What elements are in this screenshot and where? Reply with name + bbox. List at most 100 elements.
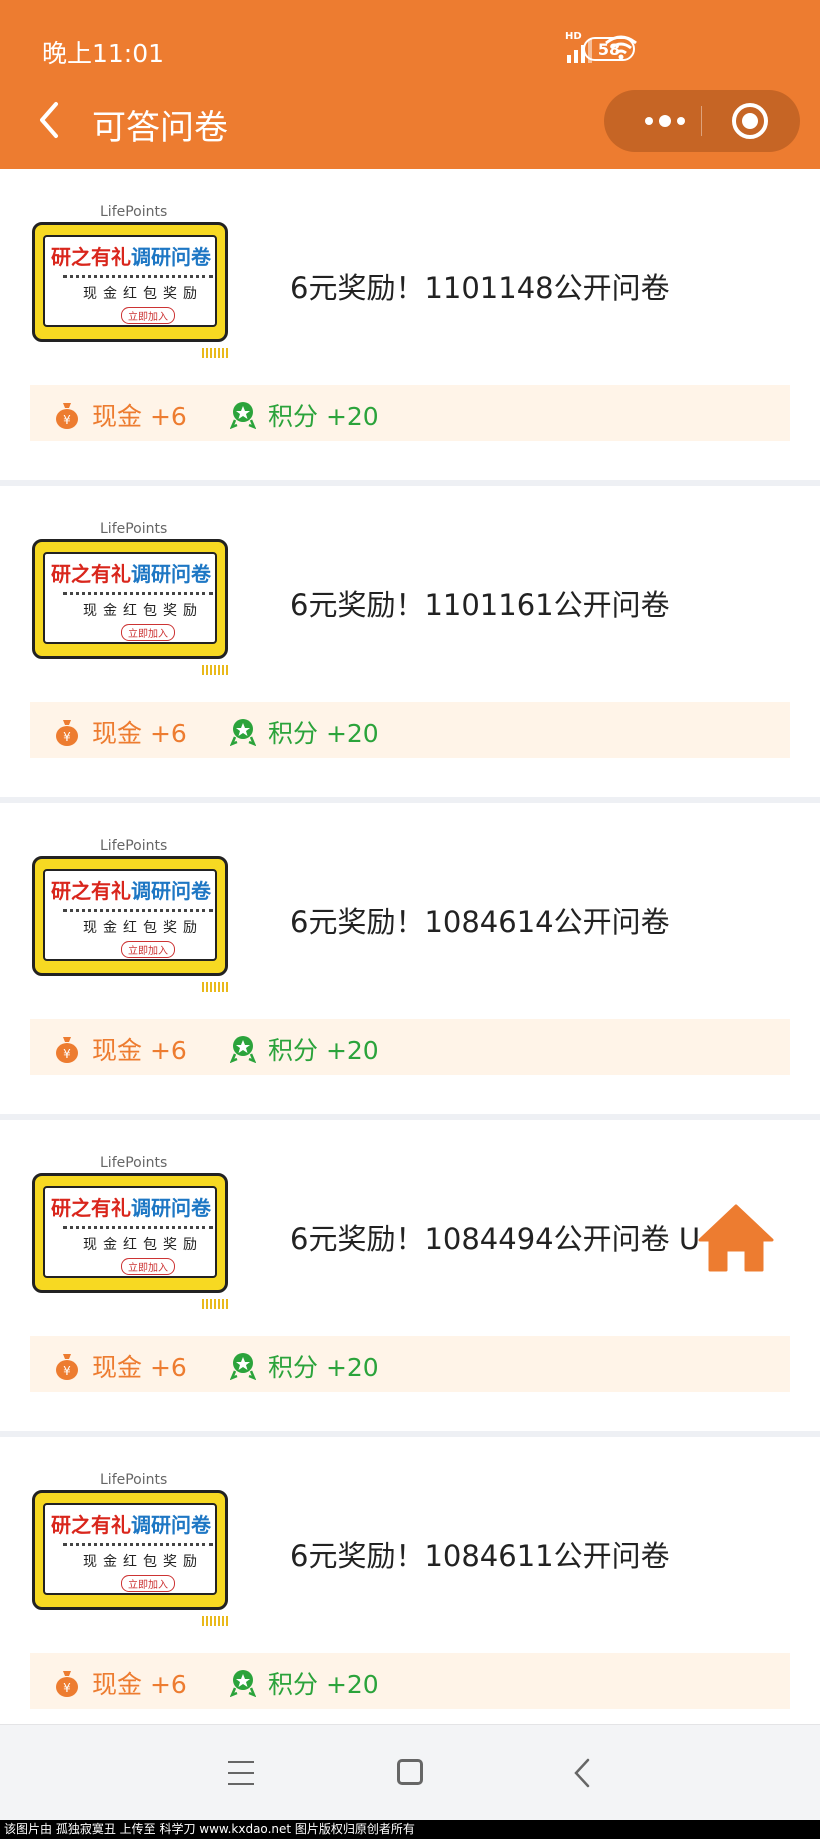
top-header: 晚上11:01 HD 58 可答问卷 [0,0,820,169]
survey-thumbnail: LifePoints 研之有礼调研问卷 现金红包奖励 立即加入 [30,1472,228,1626]
badge-icon [230,1036,256,1063]
cash-reward-label: 现金 +6 [92,1036,187,1065]
cash-reward-label: 现金 +6 [92,1353,187,1382]
system-back-icon[interactable] [570,1757,594,1789]
survey-card[interactable]: LifePoints 研之有礼调研问卷 现金红包奖励 立即加入 6元奖励！110… [0,169,820,486]
money-bag-icon: ¥ [56,720,78,746]
home-button[interactable] [696,1202,776,1274]
survey-title: 6元奖励！1101148公开问卷 [290,271,670,305]
thumb-join-button: 立即加入 [121,941,175,958]
brand-label: LifePoints [100,204,168,220]
cash-reward: ¥ 现金 +6 [54,397,187,433]
money-bag-icon: ¥ [56,1354,78,1380]
cash-reward: ¥ 现金 +6 [54,1031,187,1067]
survey-card[interactable]: LifePoints 研之有礼调研问卷 现金红包奖励 立即加入 6元奖励！108… [0,803,820,1120]
cash-reward-label: 现金 +6 [92,719,187,748]
points-reward: 积分 +20 [230,1348,379,1384]
system-nav-bar [0,1724,820,1820]
thumb-subline: 现金红包奖励 [83,286,203,302]
survey-title: 6元奖励！1084614公开问卷 [290,905,670,939]
thumb-headline-red: 研之有礼 [51,562,131,586]
status-time: 晚上11:01 [42,39,165,68]
points-reward: 积分 +20 [230,397,379,433]
survey-title: 6元奖励！1084611公开问卷 [290,1539,670,1573]
badge-icon [230,719,256,746]
money-bag-icon: ¥ [56,403,78,429]
thumb-headline-red: 研之有礼 [51,1513,131,1537]
cash-reward: ¥ 现金 +6 [54,714,187,750]
points-reward-label: 积分 +20 [268,402,379,431]
back-button[interactable] [30,98,70,142]
survey-title: 6元奖励！1084494公开问卷 U [290,1222,701,1256]
more-dots-icon [645,117,653,125]
svg-text:¥: ¥ [63,1047,71,1061]
points-reward: 积分 +20 [230,1665,379,1701]
thumb-subline: 现金红包奖励 [83,1237,203,1253]
svg-text:¥: ¥ [63,730,71,744]
survey-thumbnail: LifePoints 研之有礼调研问卷 现金红包奖励 立即加入 [30,838,228,992]
thumb-headline-blue: 调研问卷 [131,562,211,586]
watermark-text: 该图片由 孤独寂寞丑 上传至 科学刀 www.kxdao.net 图片版权归原创… [0,1820,820,1839]
thumb-join-button: 立即加入 [121,1258,175,1275]
thumb-subline: 现金红包奖励 [83,1554,203,1570]
home-square-icon[interactable] [397,1759,423,1785]
mini-program-capsule [604,90,800,152]
thumb-join-button: 立即加入 [121,307,175,324]
thumb-subline: 现金红包奖励 [83,920,203,936]
reward-bar: ¥ 现金 +6 积分 +20 [30,385,790,441]
survey-thumbnail: LifePoints 研之有礼调研问卷 现金红包奖励 立即加入 [30,1155,228,1309]
more-button[interactable] [634,90,696,152]
survey-thumbnail: LifePoints 研之有礼调研问卷 现金红包奖励 立即加入 [30,521,228,675]
thumb-headline-blue: 调研问卷 [131,879,211,903]
survey-title: 6元奖励！1101161公开问卷 [290,588,670,622]
home-icon [698,1204,774,1272]
battery-indicator: 58 [583,37,635,61]
svg-text:¥: ¥ [63,1364,71,1378]
survey-thumbnail: LifePoints 研之有礼调研问卷 现金红包奖励 立即加入 [30,204,228,358]
brand-label: LifePoints [100,521,168,537]
chevron-left-icon [40,102,58,138]
badge-icon [230,402,256,429]
points-reward-label: 积分 +20 [268,1670,379,1699]
svg-text:¥: ¥ [63,413,71,427]
badge-icon [230,1353,256,1380]
money-bag-icon: ¥ [56,1037,78,1063]
thumb-headline-blue: 调研问卷 [131,245,211,269]
cash-reward: ¥ 现金 +6 [54,1348,187,1384]
survey-card[interactable]: LifePoints 研之有礼调研问卷 现金红包奖励 立即加入 6元奖励！110… [0,486,820,803]
brand-label: LifePoints [100,1155,168,1171]
brand-label: LifePoints [100,838,168,854]
thumb-headline-blue: 调研问卷 [131,1513,211,1537]
target-close-icon[interactable] [732,103,768,139]
cash-reward-label: 现金 +6 [92,402,187,431]
points-reward: 积分 +20 [230,714,379,750]
reward-bar: ¥ 现金 +6 积分 +20 [30,1019,790,1075]
survey-card[interactable]: LifePoints 研之有礼调研问卷 现金红包奖励 立即加入 6元奖励！108… [0,1120,820,1437]
thumb-join-button: 立即加入 [121,1575,175,1592]
points-reward-label: 积分 +20 [268,1353,379,1382]
points-reward-label: 积分 +20 [268,1036,379,1065]
survey-card[interactable]: LifePoints 研之有礼调研问卷 现金红包奖励 立即加入 6元奖励！108… [0,1437,820,1754]
badge-icon [230,1670,256,1697]
thumb-headline-blue: 调研问卷 [131,1196,211,1220]
page-title: 可答问卷 [92,108,228,148]
thumb-headline-red: 研之有礼 [51,1196,131,1220]
cash-reward-label: 现金 +6 [92,1670,187,1699]
reward-bar: ¥ 现金 +6 积分 +20 [30,1653,790,1709]
thumb-headline-red: 研之有礼 [51,245,131,269]
reward-bar: ¥ 现金 +6 积分 +20 [30,1336,790,1392]
thumb-subline: 现金红包奖励 [83,603,203,619]
brand-label: LifePoints [100,1472,168,1488]
svg-text:¥: ¥ [63,1681,71,1695]
cash-reward: ¥ 现金 +6 [54,1665,187,1701]
survey-list: LifePoints 研之有礼调研问卷 现金红包奖励 立即加入 6元奖励！110… [0,169,820,1754]
menu-icon[interactable] [228,1761,254,1785]
money-bag-icon: ¥ [56,1671,78,1697]
points-reward-label: 积分 +20 [268,719,379,748]
network-label: HD [565,30,582,42]
points-reward: 积分 +20 [230,1031,379,1067]
thumb-headline-red: 研之有礼 [51,879,131,903]
reward-bar: ¥ 现金 +6 积分 +20 [30,702,790,758]
thumb-join-button: 立即加入 [121,624,175,641]
capsule-divider [701,106,702,136]
